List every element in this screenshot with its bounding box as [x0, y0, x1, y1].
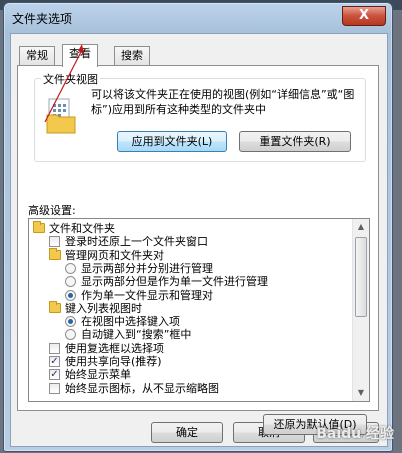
radio-button[interactable] — [65, 316, 76, 328]
close-button[interactable]: X — [342, 6, 386, 26]
folder-icon — [49, 247, 61, 260]
folder-views-group: 文件夹视图 可以将该文件夹正在使用的视图(例如“详细信息”或“图标”)应用到所有… — [34, 71, 366, 162]
folder-view-icon — [46, 98, 76, 134]
radio-button[interactable] — [65, 262, 76, 274]
folder-views-description: 可以将该文件夹正在使用的视图(例如“详细信息”或“图标”)应用到所有这种类型的文… — [91, 88, 355, 116]
ok-button[interactable]: 确定 — [151, 422, 223, 443]
folder-options-dialog: 文件夹选项 X 常规 查看 搜索 文件夹视图 可以将该文件夹正在使用的视图(例如… — [3, 2, 393, 452]
tree-item-label: 始终显示图标，从不显示缩略图 — [65, 381, 219, 395]
advanced-settings-label: 高级设置: — [28, 204, 76, 217]
tree-scrollbar[interactable]: ▲ ▼ — [352, 219, 369, 401]
advanced-settings-tree: 文件和文件夹 登录时还原上一个文件夹窗口 管理网页和文件夹对 显示两部分并分别进行管理… — [28, 218, 370, 402]
checkbox[interactable]: ✓ — [49, 369, 60, 381]
window-title: 文件夹选项 — [12, 12, 73, 26]
scroll-up-icon[interactable]: ▲ — [355, 220, 367, 234]
reset-folders-button[interactable]: 重置文件夹(R) — [239, 131, 351, 152]
tab-view[interactable]: 查看 — [62, 44, 98, 67]
scroll-down-icon[interactable]: ▼ — [355, 386, 367, 400]
tab-search[interactable]: 搜索 — [114, 46, 150, 65]
dialog-client: 常规 查看 搜索 文件夹视图 可以将该文件夹正在使用的视图(例如“详细信息”或“… — [10, 33, 388, 447]
radio-button[interactable] — [65, 329, 76, 341]
radio-button[interactable] — [65, 276, 76, 288]
scroll-thumb[interactable] — [355, 237, 367, 317]
view-tab-panel: 文件夹视图 可以将该文件夹正在使用的视图(例如“详细信息”或“图标”)应用到所有… — [17, 65, 379, 435]
folder-views-legend: 文件夹视图 — [41, 71, 100, 87]
checkbox[interactable] — [49, 382, 60, 394]
checkbox[interactable]: ✓ — [49, 356, 60, 367]
radio-button[interactable] — [65, 289, 76, 301]
checkbox[interactable] — [49, 342, 60, 354]
apply-to-folders-button[interactable]: 应用到文件夹(L) — [117, 131, 227, 152]
tab-general[interactable]: 常规 — [19, 46, 55, 65]
watermark: Baidu 经验 — [316, 426, 394, 442]
checkbox[interactable] — [49, 236, 60, 248]
folder-icon — [33, 221, 45, 233]
folder-icon — [49, 300, 61, 313]
